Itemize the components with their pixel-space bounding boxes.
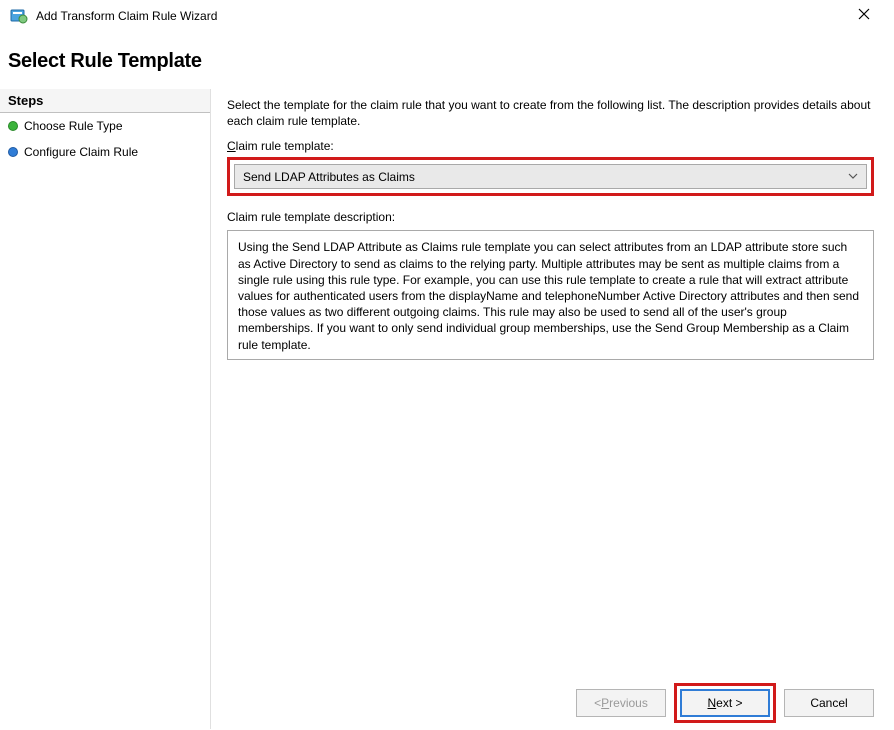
app-icon <box>10 7 28 25</box>
template-description: Using the Send LDAP Attribute as Claims … <box>227 230 874 360</box>
template-label: Claim rule template: <box>227 139 874 153</box>
intro-text: Select the template for the claim rule t… <box>227 97 874 139</box>
previous-button: < Previous <box>576 689 666 717</box>
cancel-button[interactable]: Cancel <box>784 689 874 717</box>
window-title: Add Transform Claim Rule Wizard <box>36 9 844 23</box>
claim-rule-template-dropdown[interactable]: Send LDAP Attributes as Claims <box>234 164 867 189</box>
next-button-highlight: Next > <box>674 683 776 723</box>
page-title: Select Rule Template <box>8 50 886 73</box>
step-label: Choose Rule Type <box>24 119 123 133</box>
bullet-icon <box>8 121 18 131</box>
template-dropdown-highlight: Send LDAP Attributes as Claims <box>227 157 874 196</box>
dropdown-value: Send LDAP Attributes as Claims <box>243 170 415 184</box>
next-button[interactable]: Next > <box>680 689 770 717</box>
chevron-down-icon <box>848 171 858 182</box>
steps-heading: Steps <box>0 89 210 113</box>
step-configure-claim-rule[interactable]: Configure Claim Rule <box>0 139 210 165</box>
main-panel: Select the template for the claim rule t… <box>210 89 894 729</box>
sidebar: Steps Choose Rule Type Configure Claim R… <box>0 89 210 729</box>
step-choose-rule-type[interactable]: Choose Rule Type <box>0 113 210 139</box>
close-icon <box>858 7 870 25</box>
close-button[interactable] <box>844 2 884 30</box>
page-header: Select Rule Template <box>0 34 894 89</box>
titlebar: Add Transform Claim Rule Wizard <box>0 0 894 34</box>
description-label: Claim rule template description: <box>227 210 874 224</box>
step-label: Configure Claim Rule <box>24 145 138 159</box>
bullet-icon <box>8 147 18 157</box>
button-bar: < Previous Next > Cancel <box>576 683 874 723</box>
